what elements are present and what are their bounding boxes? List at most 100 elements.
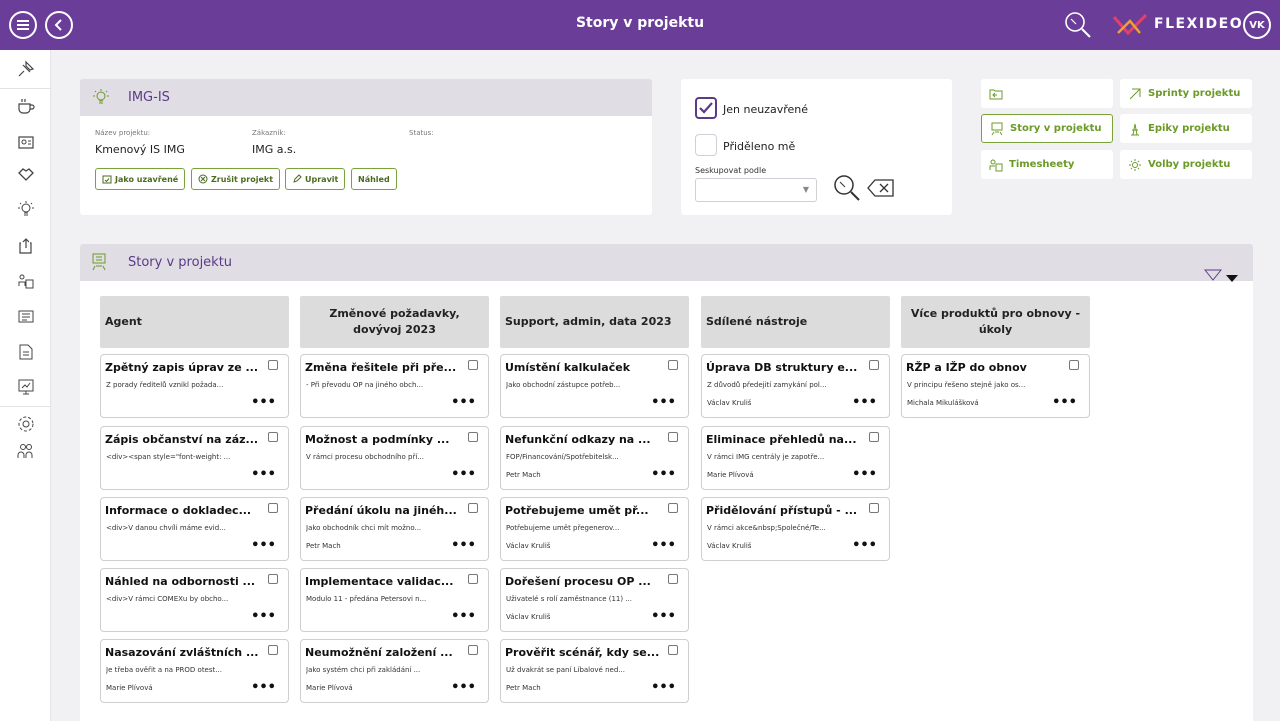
users-icon[interactable] [17, 442, 35, 460]
story-select-checkbox[interactable] [468, 574, 478, 584]
more-options-icon[interactable]: ••• [451, 538, 476, 553]
story-icon [991, 122, 1003, 135]
stories-button[interactable]: Story v projektu [981, 114, 1113, 143]
story-card[interactable]: Prověřit scénář, kdy se... Už dvakrát se … [500, 639, 689, 703]
story-select-checkbox[interactable] [468, 360, 478, 370]
story-card[interactable]: Dořešení procesu OP ... Uživatelé s rolí … [500, 568, 689, 632]
story-card[interactable]: Implementace validac... Modulo 11 - předá… [300, 568, 489, 632]
more-options-icon[interactable]: ••• [451, 395, 476, 410]
story-title: Úprava DB struktury e... [706, 361, 858, 374]
clear-filter-icon[interactable] [867, 179, 895, 201]
story-card[interactable]: Náhled na odbornosti ... <div>V rámci COM… [100, 568, 289, 632]
story-card[interactable]: Přidělování přístupů - ... V rámci akce&n… [701, 497, 890, 561]
more-options-icon[interactable]: ••• [852, 467, 877, 482]
story-card[interactable]: Umístění kalkulaček Jako obchodní zástupc… [500, 354, 689, 418]
story-select-checkbox[interactable] [869, 360, 879, 370]
story-title: Zpětný zapis úprav ze ... [105, 361, 259, 374]
more-options-icon[interactable]: ••• [251, 395, 276, 410]
options-button[interactable]: Volby projektu [1120, 150, 1252, 179]
story-select-checkbox[interactable] [869, 432, 879, 442]
preview-button[interactable]: Náhled [351, 168, 397, 190]
check-icon [699, 102, 713, 114]
story-card[interactable]: Nasazování zvláštních ... Je třeba ověřit… [100, 639, 289, 703]
story-card[interactable]: Předání úkolu na jinéh... Jako obchodník … [300, 497, 489, 561]
story-select-checkbox[interactable] [268, 503, 278, 513]
more-options-icon[interactable]: ••• [852, 538, 877, 553]
story-card[interactable]: Eliminace přehledů na... V rámci IMG cent… [701, 426, 890, 490]
document-icon[interactable] [17, 343, 35, 361]
assigned-to-me-checkbox[interactable] [695, 134, 717, 156]
gear-icon[interactable] [17, 415, 35, 433]
more-options-icon[interactable]: ••• [651, 680, 676, 695]
story-card[interactable]: Zápis občanství na záz... <div><span styl… [100, 426, 289, 490]
more-options-icon[interactable]: ••• [451, 680, 476, 695]
more-options-icon[interactable]: ••• [651, 467, 676, 482]
more-options-icon[interactable]: ••• [251, 680, 276, 695]
search-icon[interactable] [1063, 10, 1093, 44]
group-by-select[interactable]: ▼ [695, 178, 817, 202]
story-select-checkbox[interactable] [268, 574, 278, 584]
story-assignee: Václav Kruliš [506, 542, 551, 550]
story-card[interactable]: Zpětný zapis úprav ze ... Z porady ředite… [100, 354, 289, 418]
more-options-icon[interactable]: ••• [451, 467, 476, 482]
presentation-icon[interactable] [17, 378, 35, 396]
story-card[interactable]: Potřebujeme umět př... Potřebujeme umět p… [500, 497, 689, 561]
story-select-checkbox[interactable] [468, 503, 478, 513]
more-options-icon[interactable]: ••• [651, 395, 676, 410]
column-header: Více produktů pro obnovy - úkoly [901, 296, 1090, 348]
story-assignee: Václav Kruliš [707, 542, 752, 550]
story-select-checkbox[interactable] [668, 645, 678, 655]
story-select-checkbox[interactable] [668, 503, 678, 513]
story-select-checkbox[interactable] [668, 360, 678, 370]
pin-icon[interactable] [17, 60, 35, 78]
search-icon[interactable] [832, 173, 862, 207]
more-options-icon[interactable]: ••• [251, 467, 276, 482]
coffee-icon[interactable] [17, 97, 35, 115]
story-select-checkbox[interactable] [268, 360, 278, 370]
team-icon[interactable] [17, 272, 35, 290]
more-options-icon[interactable]: ••• [651, 538, 676, 553]
story-card[interactable]: Informace o dokladec... <div>V danou chví… [100, 497, 289, 561]
story-card[interactable]: Neumožnění založení ... Jako systém chci … [300, 639, 489, 703]
more-options-icon[interactable]: ••• [1052, 395, 1077, 410]
edit-button[interactable]: Upravit [285, 168, 346, 190]
more-options-icon[interactable]: ••• [651, 609, 676, 624]
avatar[interactable]: VK [1243, 11, 1271, 39]
epics-button[interactable]: Epiky projektu [1120, 114, 1252, 143]
list-icon[interactable] [17, 308, 35, 326]
sprints-button[interactable]: Sprinty projektu [1120, 79, 1252, 108]
story-card[interactable]: Možnost a podmínky ... V rámci procesu ob… [300, 426, 489, 490]
export-icon[interactable] [17, 237, 35, 255]
more-options-icon[interactable]: ••• [852, 395, 877, 410]
more-options-icon[interactable]: ••• [251, 538, 276, 553]
back-folder-button[interactable] [981, 79, 1113, 108]
more-options-icon[interactable]: ••• [251, 609, 276, 624]
story-card[interactable]: RŽP a IŽP do obnov V principu řešeno stej… [901, 354, 1090, 418]
story-select-checkbox[interactable] [268, 645, 278, 655]
story-card[interactable]: Úprava DB struktury e... Z důvodů předeji… [701, 354, 890, 418]
chevron-down-icon[interactable] [1226, 268, 1238, 287]
story-assignee: Marie Plívová [106, 684, 153, 692]
story-select-checkbox[interactable] [668, 432, 678, 442]
story-select-checkbox[interactable] [1069, 360, 1079, 370]
story-select-checkbox[interactable] [468, 432, 478, 442]
story-assignee: Václav Kruliš [506, 613, 551, 621]
handshake-icon[interactable] [17, 165, 35, 183]
customer-value: IMG a.s. [252, 143, 297, 156]
story-select-checkbox[interactable] [668, 574, 678, 584]
more-options-icon[interactable]: ••• [451, 609, 476, 624]
story-select-checkbox[interactable] [869, 503, 879, 513]
id-card-icon[interactable] [17, 133, 35, 151]
only-open-checkbox[interactable] [695, 97, 717, 119]
mark-closed-button[interactable]: Jako uzavřené [95, 168, 186, 190]
timesheets-button[interactable]: Timesheety [981, 150, 1113, 179]
story-select-checkbox[interactable] [468, 645, 478, 655]
calendar-check-icon [102, 175, 112, 184]
lightbulb-icon[interactable] [17, 200, 35, 218]
story-select-checkbox[interactable] [268, 432, 278, 442]
story-assignee: Marie Plívová [707, 471, 754, 479]
story-card[interactable]: Změna řešitele při pře... - Při převodu O… [300, 354, 489, 418]
cancel-project-button[interactable]: Zrušit projekt [191, 168, 281, 190]
story-card[interactable]: Nefunkční odkazy na ... FOP/Financování/S… [500, 426, 689, 490]
filter-icon[interactable] [1203, 266, 1223, 285]
